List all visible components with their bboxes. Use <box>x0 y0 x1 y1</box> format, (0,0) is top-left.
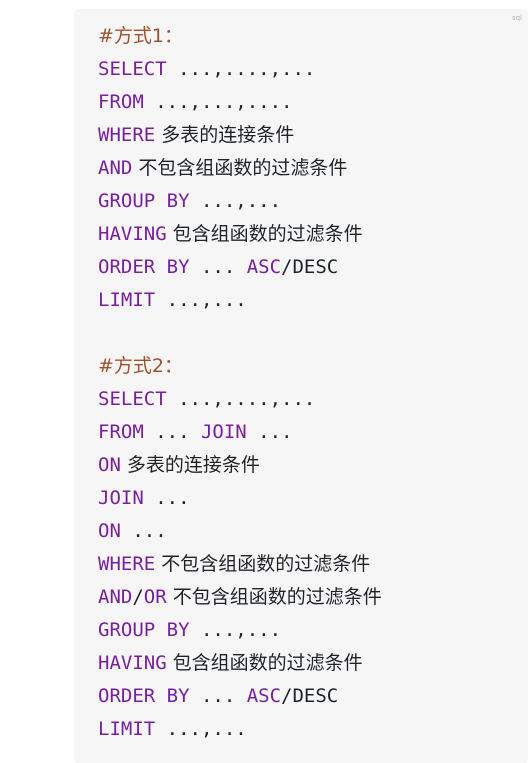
code-line: HAVING 包含组函数的过滤条件 <box>98 647 382 680</box>
code-content[interactable]: #方式1： SELECT ...,....,... FROM ...,...,...… <box>98 20 382 746</box>
code-line: SELECT ...,....,... <box>98 53 382 86</box>
code-text: / <box>132 586 144 608</box>
code-text: /DESC <box>281 685 339 707</box>
code-line: HAVING 包含组函数的过滤条件 <box>98 218 382 251</box>
sql-keyword: ON <box>98 520 121 542</box>
sql-keyword: WHERE <box>98 553 156 575</box>
sql-keyword: GROUP BY <box>98 619 190 641</box>
sql-keyword: GROUP BY <box>98 190 190 212</box>
sql-keyword: JOIN <box>200 421 247 443</box>
code-comment: #方式1： <box>98 25 184 47</box>
sql-keyword: HAVING <box>98 223 167 245</box>
code-text: 不包含组函数的过滤条件 <box>132 157 348 179</box>
sql-keyword: ON <box>98 454 121 476</box>
sql-keyword: LIMIT <box>98 289 156 311</box>
sql-keyword: SELECT <box>98 388 167 410</box>
sql-keyword: SELECT <box>98 58 167 80</box>
code-line: #方式2： <box>98 350 382 383</box>
code-line: ON ... <box>98 515 382 548</box>
sql-keyword: ORDER BY <box>98 685 190 707</box>
code-comment: #方式2： <box>98 355 184 377</box>
code-text: 多表的连接条件 <box>120 454 260 476</box>
code-line: ORDER BY ... ASC/DESC <box>98 251 382 284</box>
sql-keyword: JOIN <box>98 487 144 509</box>
code-text: 多表的连接条件 <box>155 124 295 146</box>
sql-keyword: FROM <box>98 91 144 113</box>
code-text: ...,... <box>155 289 247 311</box>
code-line: LIMIT ...,... <box>98 713 382 746</box>
code-line: ON 多表的连接条件 <box>98 449 382 482</box>
code-text: ... <box>143 421 201 443</box>
sql-keyword: FROM <box>98 421 144 443</box>
sql-keyword: ORDER BY <box>98 256 190 278</box>
code-text: 不包含组函数的过滤条件 <box>155 553 371 575</box>
code-line: #方式1： <box>98 20 382 53</box>
code-line: GROUP BY ...,... <box>98 614 382 647</box>
code-text: ...,... <box>155 718 247 740</box>
sql-keyword: ASC <box>246 685 282 707</box>
code-text: 包含组函数的过滤条件 <box>166 652 363 674</box>
code-line: GROUP BY ...,... <box>98 185 382 218</box>
code-line: FROM ...,...,.... <box>98 86 382 119</box>
code-text: ...,....,... <box>166 58 316 80</box>
code-line: LIMIT ...,... <box>98 284 382 317</box>
code-line: WHERE 多表的连接条件 <box>98 119 382 152</box>
code-line: WHERE 不包含组函数的过滤条件 <box>98 548 382 581</box>
sql-keyword: LIMIT <box>98 718 156 740</box>
sql-keyword: OR <box>143 586 167 608</box>
sql-keyword: ASC <box>246 256 282 278</box>
sql-keyword: AND <box>98 157 133 179</box>
code-text: ... <box>120 520 167 542</box>
sql-keyword: WHERE <box>98 124 156 146</box>
code-line: JOIN ... <box>98 482 382 515</box>
code-line: AND/OR 不包含组函数的过滤条件 <box>98 581 382 614</box>
sql-keyword: AND <box>98 586 133 608</box>
language-label: sql <box>511 14 522 22</box>
sql-keyword: HAVING <box>98 652 167 674</box>
code-text: ...,... <box>189 619 282 641</box>
code-text: ... <box>246 421 293 443</box>
code-text: 不包含组函数的过滤条件 <box>166 586 382 608</box>
code-line: ORDER BY ... ASC/DESC <box>98 680 382 713</box>
code-line: AND 不包含组函数的过滤条件 <box>98 152 382 185</box>
code-text: /DESC <box>281 256 339 278</box>
code-block: sql #方式1： SELECT ...,....,... FROM ...,...… <box>74 9 528 763</box>
code-text: ... <box>143 487 190 509</box>
code-line: SELECT ...,....,... <box>98 383 382 416</box>
code-text: 包含组函数的过滤条件 <box>166 223 363 245</box>
code-text: ... <box>189 256 247 278</box>
code-text: ... <box>189 685 247 707</box>
code-line: FROM ... JOIN ... <box>98 416 382 449</box>
code-text: ...,...,.... <box>143 91 293 113</box>
code-text: ...,....,... <box>166 388 316 410</box>
code-text: ...,... <box>189 190 282 212</box>
